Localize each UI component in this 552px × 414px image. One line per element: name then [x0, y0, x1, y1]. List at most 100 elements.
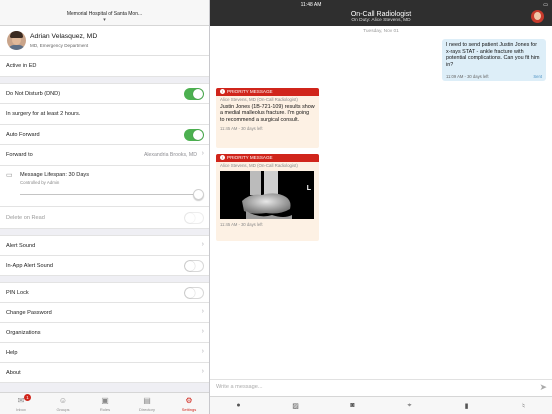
- inbox-badge: 1: [24, 394, 31, 401]
- about-row[interactable]: About ›: [0, 363, 209, 383]
- image-icon[interactable]: ▨: [289, 402, 303, 410]
- inbox-icon: ✉: [17, 396, 25, 405]
- lifespan-slider-knob[interactable]: [193, 189, 204, 200]
- xray-image[interactable]: L: [220, 171, 314, 219]
- delete-on-read-row: Delete on Read: [0, 207, 209, 229]
- send-icon[interactable]: ➤: [539, 382, 547, 393]
- xray-marker: L: [306, 185, 311, 192]
- date-separator: Tuesday, Nov 01: [363, 29, 399, 34]
- microphone-icon[interactable]: ♮: [517, 402, 531, 410]
- in-app-alert-toggle[interactable]: [184, 260, 204, 272]
- tab-directory[interactable]: ▤ Directory: [126, 393, 168, 414]
- tab-roles[interactable]: ▣ Roles: [84, 393, 126, 414]
- tab-label: Directory: [138, 407, 155, 412]
- alert-icon[interactable]: ●: [232, 402, 246, 409]
- status-row[interactable]: Active in ED: [0, 56, 209, 77]
- settings-panel: Memorial Hospital of Santa Mon... ▾ Adri…: [0, 0, 210, 414]
- sent-status: Sent: [533, 74, 542, 79]
- priority-message-meta: 11:45 AM - 30 days left: [220, 126, 263, 132]
- chat-bubble-icon: ▭: [6, 172, 13, 179]
- location-icon[interactable]: ⌖: [403, 402, 417, 410]
- delete-on-read-label: Delete on Read: [6, 215, 45, 221]
- pin-lock-label: PIN Lock: [6, 290, 29, 296]
- tab-label: Inbox: [16, 407, 26, 412]
- alert-sound-row[interactable]: Alert Sound ›: [0, 236, 209, 256]
- priority-header: ! PRIORITY MESSAGE: [216, 154, 319, 162]
- priority-message-text: Justin Jones (1B-721-109) results show a…: [220, 104, 315, 123]
- dnd-label: Do Not Disturb (DND): [6, 91, 61, 97]
- change-password-label: Change Password: [6, 310, 52, 316]
- tab-groups[interactable]: ☺ Groups: [42, 393, 84, 414]
- forward-to-value: Alexandria Brooks, MD: [143, 152, 197, 158]
- organizations-row[interactable]: Organizations ›: [0, 323, 209, 343]
- profile-role: MD, Emergency Department: [30, 43, 89, 48]
- outgoing-message[interactable]: I need to send patient Justin Jones for …: [442, 39, 546, 81]
- chevron-right-icon: ›: [201, 368, 204, 375]
- profile-header[interactable]: Adrian Velasquez, MD MD, Emergency Depar…: [0, 26, 209, 56]
- chevron-right-icon: ›: [201, 150, 204, 157]
- auto-forward-toggle[interactable]: [184, 129, 204, 141]
- chevron-right-icon: ›: [201, 308, 204, 315]
- alert-icon: !: [220, 88, 225, 94]
- chevron-right-icon: ›: [201, 241, 204, 248]
- priority-message[interactable]: ! PRIORITY MESSAGE Alice Stevens, MD (On-…: [216, 88, 319, 148]
- auto-forward-row: Auto Forward: [0, 125, 209, 145]
- status-bar: 11:48 AM ▭: [210, 0, 552, 8]
- alert-sound-label: Alert Sound: [6, 243, 36, 249]
- profile-name: Adrian Velasquez, MD: [30, 33, 98, 40]
- outgoing-message-meta: 11:09 AM - 30 days left: [446, 74, 489, 79]
- forward-to-label: Forward to: [6, 152, 33, 158]
- help-row[interactable]: Help ›: [0, 343, 209, 363]
- status-text: Active in ED: [6, 63, 37, 69]
- dnd-toggle[interactable]: [184, 88, 204, 100]
- about-label: About: [6, 370, 21, 376]
- change-password-row[interactable]: Change Password ›: [0, 303, 209, 323]
- forward-to-row[interactable]: Forward to Alexandria Brooks, MD ›: [0, 145, 209, 166]
- pin-lock-toggle[interactable]: [184, 287, 204, 299]
- avatar: [7, 31, 26, 50]
- message-input[interactable]: Write a message...: [216, 384, 263, 390]
- conversation-subtitle: On Duty: Alice Stevens, MD: [351, 18, 411, 23]
- dnd-row: Do Not Disturb (DND): [0, 84, 209, 104]
- alert-icon: !: [220, 154, 225, 160]
- groups-icon: ☺: [58, 396, 68, 405]
- pin-lock-row: PIN Lock: [0, 283, 209, 303]
- camera-icon[interactable]: ◙: [346, 402, 360, 409]
- hospital-selector[interactable]: Memorial Hospital of Santa Mon... ▾: [0, 0, 209, 26]
- tab-label: Settings: [181, 407, 197, 412]
- auto-forward-label: Auto Forward: [6, 132, 40, 138]
- organizations-label: Organizations: [6, 330, 41, 336]
- conversation-header: 11:48 AM ▭ On-Call Radiologist On Duty: …: [210, 0, 552, 26]
- recipient-avatar[interactable]: [531, 10, 544, 23]
- tab-bar: ✉ 1 Inbox ☺ Groups ▣ Roles ▤ Directory ⚙…: [0, 392, 209, 414]
- dnd-note: In surgery for at least 2 hours.: [6, 111, 81, 117]
- lifespan-slider-track: [20, 194, 201, 195]
- roles-icon: ▣: [101, 396, 109, 405]
- tab-settings[interactable]: ⚙ Settings: [168, 393, 209, 414]
- gear-icon: ⚙: [185, 396, 193, 405]
- compose-bar: Write a message... ➤: [210, 379, 552, 395]
- battery-icon: ▭: [543, 2, 548, 8]
- tab-label: Groups: [56, 407, 70, 412]
- lifespan-row: ▭ Message Lifespan: 30 Days Controlled b…: [0, 166, 209, 207]
- lifespan-sub: Controlled by Admin: [20, 180, 60, 185]
- priority-message[interactable]: ! PRIORITY MESSAGE Alice Stevens, MD (On-…: [216, 154, 319, 241]
- chevron-right-icon: ›: [201, 328, 204, 335]
- attachment-bar: ● ▨ ◙ ⌖ ▮ ♮: [210, 396, 552, 414]
- priority-header: ! PRIORITY MESSAGE: [216, 88, 319, 96]
- priority-message-meta: 11:45 AM - 30 days left: [220, 222, 263, 227]
- status-time: 11:48 AM: [300, 2, 322, 8]
- conversation-panel: 11:48 AM ▭ On-Call Radiologist On Duty: …: [210, 0, 552, 414]
- conversation-title: On-Call Radiologist: [350, 11, 412, 18]
- delete-on-read-toggle[interactable]: [184, 212, 204, 224]
- message-sender: Alice Stevens, MD (On-Call Radiologist): [220, 163, 298, 168]
- directory-icon: ▤: [143, 396, 151, 405]
- tab-label: Roles: [99, 407, 111, 412]
- lifespan-label: Message Lifespan: 30 Days: [20, 172, 90, 178]
- help-label: Help: [6, 350, 18, 356]
- document-icon[interactable]: ▮: [460, 402, 474, 410]
- dnd-note-row[interactable]: In surgery for at least 2 hours.: [0, 104, 209, 125]
- tab-inbox[interactable]: ✉ 1 Inbox: [0, 393, 42, 414]
- chevron-down-icon: ▾: [103, 17, 106, 23]
- chevron-right-icon: ›: [201, 348, 204, 355]
